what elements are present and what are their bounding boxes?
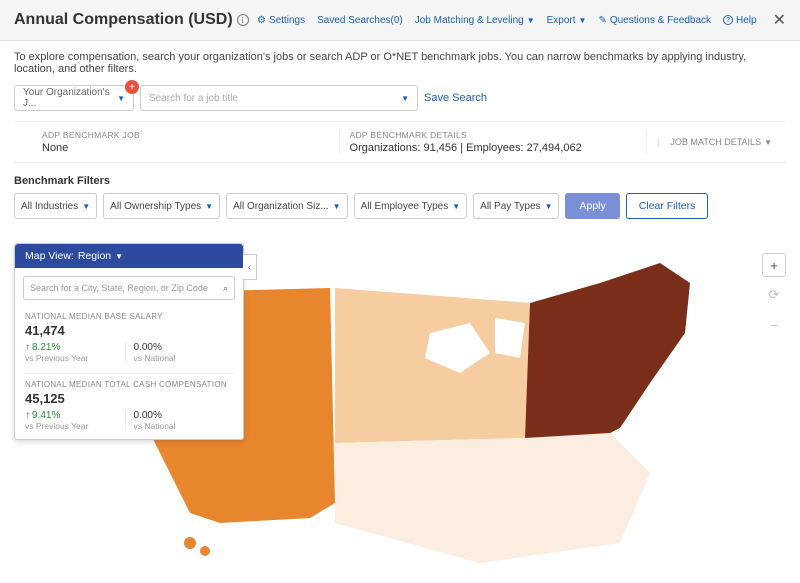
filters-row: All Industries▼ All Ownership Types▼ All… — [0, 193, 800, 219]
save-search-link[interactable]: Save Search — [424, 92, 487, 104]
stat-total-cash: NATIONAL MEDIAN TOTAL CASH COMPENSATION … — [15, 376, 243, 439]
region-hawaii[interactable] — [184, 537, 196, 549]
plus-badge-icon[interactable]: + — [125, 80, 139, 94]
chevron-down-icon: ▼ — [82, 202, 90, 211]
benchmark-details-row: ADP BENCHMARK JOB None ADP BENCHMARK DET… — [14, 121, 786, 163]
chevron-down-icon: ▼ — [117, 94, 125, 103]
divider — [25, 373, 233, 374]
help-link[interactable]: ? Help — [723, 15, 757, 26]
job-matching-link[interactable]: Job Matching & Leveling ▼ — [415, 15, 535, 26]
chevron-down-icon: ▼ — [545, 202, 553, 211]
region-south[interactable] — [335, 433, 650, 563]
gear-icon: ⚙ — [257, 15, 266, 26]
zoom-in-button[interactable]: + — [762, 253, 786, 277]
questions-link[interactable]: ✎ Questions & Feedback — [598, 15, 711, 26]
export-link[interactable]: Export ▼ — [547, 15, 587, 26]
chevron-down-icon: ▼ — [115, 252, 123, 261]
map-view-panel: Map View: Region ▼ ‹ Search for a City, … — [14, 243, 244, 440]
close-icon[interactable]: ✕ — [773, 10, 786, 30]
panel-collapse-toggle[interactable]: ‹ — [243, 254, 257, 280]
region-northeast[interactable] — [525, 263, 690, 438]
employee-types-filter[interactable]: All Employee Types▼ — [354, 193, 468, 219]
ownership-filter[interactable]: All Ownership Types▼ — [103, 193, 220, 219]
chevron-down-icon: ▼ — [527, 16, 535, 25]
settings-link[interactable]: ⚙Settings — [257, 15, 305, 26]
clear-filters-button[interactable]: Clear Filters — [626, 193, 709, 219]
app-header: Annual Compensation (USD) i ⚙Settings Sa… — [0, 0, 800, 41]
chevron-left-icon: ‹ — [248, 262, 251, 273]
zoom-out-button[interactable]: − — [762, 313, 786, 337]
arrow-up-icon: ↑ — [25, 410, 30, 421]
map-view-selector[interactable]: Map View: Region ▼ — [15, 244, 243, 268]
saved-searches-link[interactable]: Saved Searches(0) — [317, 15, 403, 26]
org-jobs-select[interactable]: Your Organization's J... ▼ + — [14, 85, 134, 111]
map-controls: + ⟳ − — [762, 253, 786, 337]
job-match-details-toggle[interactable]: | JOB MATCH DETAILS ▼ — [646, 130, 772, 154]
reset-view-button[interactable]: ⟳ — [762, 283, 786, 307]
job-title-search[interactable]: Search for a job title ▼ — [140, 85, 418, 111]
chevron-down-icon: ▼ — [333, 202, 341, 211]
page-title: Annual Compensation (USD) — [14, 11, 233, 29]
chevron-down-icon: ▼ — [452, 202, 460, 211]
info-icon[interactable]: i — [237, 14, 249, 26]
edit-icon: ✎ — [598, 15, 606, 26]
chevron-down-icon: ▼ — [205, 202, 213, 211]
benchmark-job-col: ADP BENCHMARK JOB None — [28, 130, 339, 154]
chevron-down-icon: ▼ — [401, 94, 409, 103]
stat-base-salary: NATIONAL MEDIAN BASE SALARY 41,474 ↑8.21… — [15, 308, 243, 371]
filters-section-label: Benchmark Filters — [0, 163, 800, 193]
apply-button[interactable]: Apply — [565, 193, 619, 219]
pay-types-filter[interactable]: All Pay Types▼ — [473, 193, 559, 219]
header-actions: ⚙Settings Saved Searches(0) Job Matching… — [257, 10, 786, 30]
industries-filter[interactable]: All Industries▼ — [14, 193, 97, 219]
benchmark-details-col: ADP BENCHMARK DETAILS Organizations: 91,… — [339, 130, 647, 154]
arrow-up-icon: ↑ — [25, 342, 30, 353]
intro-text: To explore compensation, search your org… — [0, 41, 800, 85]
help-icon: ? — [723, 15, 733, 25]
chevron-down-icon: ▼ — [579, 16, 587, 25]
org-size-filter[interactable]: All Organization Siz...▼ — [226, 193, 348, 219]
map-area: Map View: Region ▼ ‹ Search for a City, … — [0, 243, 800, 523]
region-midwest[interactable] — [335, 288, 530, 443]
search-row: Your Organization's J... ▼ + Search for … — [0, 85, 800, 121]
search-icon: ⌕ — [223, 283, 228, 294]
location-search-input[interactable]: Search for a City, State, Region, or Zip… — [23, 276, 235, 300]
chevron-down-icon: ▼ — [764, 138, 772, 147]
